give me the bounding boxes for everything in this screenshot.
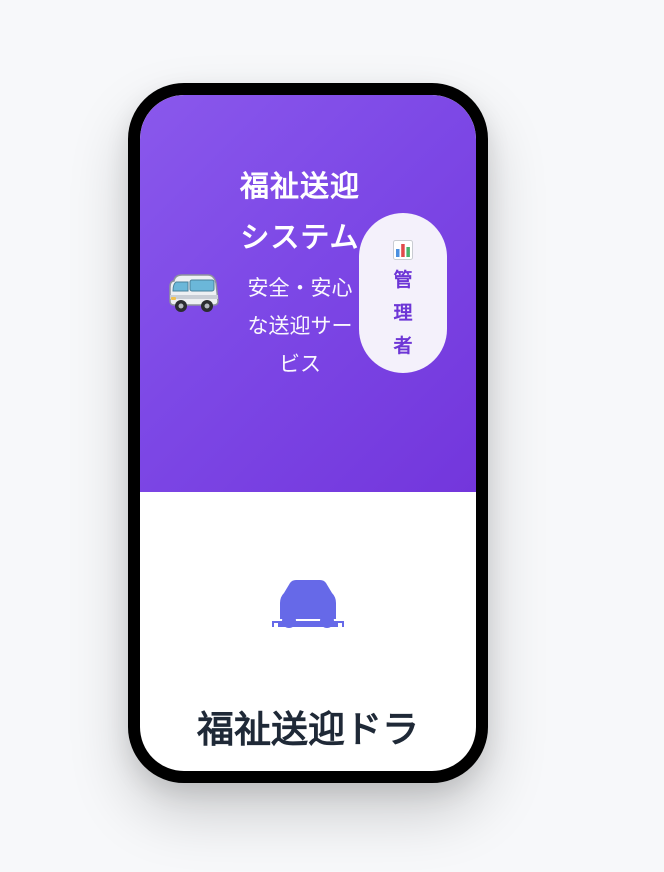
app-title: 福祉送迎システム (240, 169, 361, 254)
app-subtitle: 安全・安心な送迎サービス (247, 276, 353, 376)
app-header: 福祉送迎システム 安全・安心な送迎サービス 管理者 (140, 95, 476, 492)
van-icon (169, 274, 219, 312)
car-icon (272, 580, 344, 628)
main-heading: 福祉送迎ドラ (197, 708, 419, 751)
admin-label: 管理者 (393, 269, 413, 357)
title-block: 福祉送迎システム 安全・安心な送迎サービス (240, 161, 360, 383)
app-screen: 福祉送迎システム 安全・安心な送迎サービス 管理者 福祉送迎ドラ (140, 95, 476, 771)
phone-frame: 福祉送迎システム 安全・安心な送迎サービス 管理者 福祉送迎ドラ (128, 83, 488, 783)
bar-chart-icon (393, 239, 413, 260)
admin-button[interactable]: 管理者 (359, 213, 447, 373)
